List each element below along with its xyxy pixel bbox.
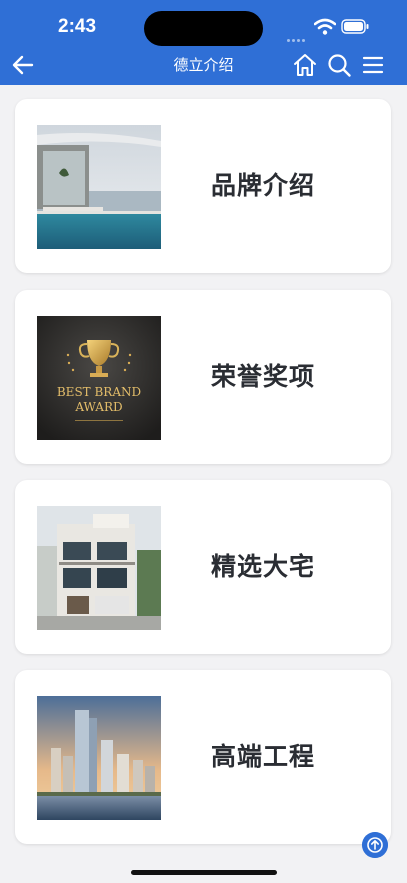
villa-thumbnail (37, 506, 161, 630)
award-thumbnail: BEST BRAND AWARD (37, 316, 161, 440)
menu-icon[interactable] (361, 53, 385, 77)
dynamic-island (144, 11, 263, 46)
search-icon[interactable] (326, 52, 352, 78)
list-item-label: 品牌介绍 (211, 171, 316, 200)
award-line1: BEST BRAND (57, 385, 141, 399)
list-item-label: 荣誉奖项 (211, 362, 316, 391)
brand-thumbnail (37, 125, 161, 249)
arrow-up-icon[interactable] (362, 832, 388, 858)
list-item-brand[interactable]: 品牌介绍 (15, 99, 391, 273)
home-indicator (131, 870, 277, 875)
list-item-label: 精选大宅 (211, 552, 316, 581)
award-line2: AWARD (74, 400, 122, 414)
home-icon[interactable] (292, 52, 318, 78)
status-time: 2:43 (58, 16, 97, 37)
signal-icon (287, 27, 311, 42)
header-bar: 2:43 德立介绍 (0, 0, 407, 85)
list-item-awards[interactable]: BEST BRAND AWARD 荣誉奖项 (15, 290, 391, 464)
list-item-villas[interactable]: 精选大宅 (15, 480, 391, 654)
projects-thumbnail (37, 696, 161, 820)
battery-icon (341, 19, 369, 34)
list-item-label: 高端工程 (211, 742, 316, 771)
wifi-icon (314, 18, 336, 35)
list-item-projects[interactable]: 高端工程 (15, 670, 391, 844)
